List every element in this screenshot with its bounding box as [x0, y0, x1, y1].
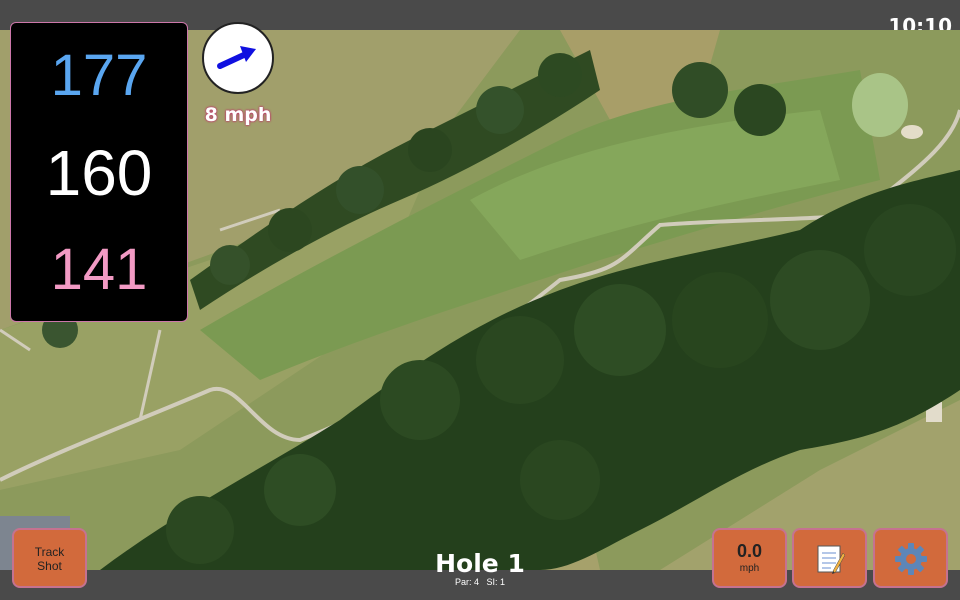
- hole-stroke-index: SI: 1: [486, 577, 506, 587]
- notes-button[interactable]: [792, 528, 867, 588]
- wind-arrow-icon: [217, 46, 256, 69]
- speed-unit: mph: [739, 563, 760, 574]
- front-distance: 141: [50, 237, 148, 302]
- hole-meta: Par: 4 SI: 1: [380, 577, 580, 588]
- notepad-icon: [817, 545, 845, 574]
- speed-value: 0.0: [736, 541, 763, 561]
- back-distance: 177: [50, 43, 148, 108]
- hole-par: Par: 4: [454, 577, 479, 587]
- wind-speed-label: 8 mph: [204, 104, 272, 126]
- wind-indicator: [202, 22, 274, 94]
- track-shot-label-line2: Shot: [37, 559, 62, 573]
- track-shot-button[interactable]: Track Shot: [12, 528, 87, 588]
- speed-button[interactable]: 0.0 mph: [712, 528, 787, 588]
- track-shot-label-line1: Track: [34, 545, 65, 559]
- gear-icon: [894, 543, 927, 575]
- hole-title: Hole 1: [435, 549, 525, 578]
- settings-button[interactable]: [873, 528, 948, 588]
- yardage-panel: 177 160 141: [10, 22, 188, 322]
- middle-distance: 160: [45, 137, 153, 209]
